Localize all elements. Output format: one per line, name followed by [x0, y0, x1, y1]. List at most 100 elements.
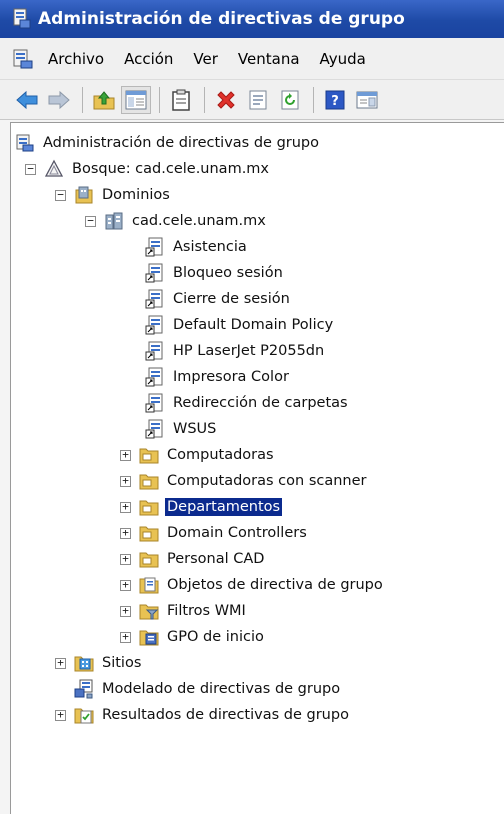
tree-node-gpo-link[interactable]: HP LaserJet P2055dn: [145, 339, 326, 363]
collapse-expander[interactable]: −: [55, 189, 66, 201]
expand-expander[interactable]: +: [120, 605, 131, 617]
tree-label-gpo: HP LaserJet P2055dn: [173, 343, 325, 359]
tree-label-container: Filtros WMI: [167, 603, 246, 619]
show-hide-tree-button[interactable]: [121, 85, 151, 114]
tree-node-gpo-link[interactable]: Impresora Color: [145, 365, 291, 389]
svg-text:?: ?: [331, 94, 339, 109]
tree-label-container: Personal CAD: [167, 551, 265, 567]
console-pane-icon: [356, 91, 378, 108]
toolbar-separator: [313, 86, 314, 113]
toolbar-separator: [204, 86, 205, 113]
expand-expander[interactable]: +: [120, 553, 131, 565]
tree-node-gpo-link[interactable]: WSUS: [145, 417, 218, 441]
tree-label-gpo: Bloqueo sesión: [173, 265, 283, 281]
menu-bar: Archivo Acción Ver Ventana Ayuda: [0, 38, 504, 80]
tree-label-container: Objetos de directiva de grupo: [167, 577, 383, 593]
refresh-icon: [281, 90, 299, 109]
help-button[interactable]: ?: [320, 86, 350, 114]
menu-archivo[interactable]: Archivo: [38, 47, 114, 71]
gpo-link-icon: [145, 419, 163, 439]
tree-node-modeling[interactable]: Modelado de directivas de grupo: [55, 677, 342, 701]
refresh-button[interactable]: [275, 86, 305, 114]
tree-label-gpo: Cierre de sesión: [173, 291, 290, 307]
tree-label-gpo: Asistencia: [173, 239, 247, 255]
domain-building-icon: [105, 212, 123, 230]
gpo-link-icon: [145, 315, 163, 335]
forward-button[interactable]: [44, 86, 74, 114]
tree-node-gpo-link[interactable]: Default Domain Policy: [145, 313, 335, 337]
tree-label-selected: Departamentos: [165, 498, 283, 516]
tree-label-container: Computadoras con scanner: [167, 473, 367, 489]
domains-folder-icon: [75, 186, 93, 204]
collapse-expander[interactable]: −: [85, 215, 96, 227]
tree-node-sites[interactable]: + Sitios: [55, 651, 143, 675]
tree-label-gpo: Redirección de carpetas: [173, 395, 348, 411]
tree-node-results[interactable]: + Resultados de directivas de grupo: [55, 703, 351, 727]
tree-label-container: Computadoras: [167, 447, 274, 463]
tree-node-gpo-link[interactable]: Bloqueo sesión: [145, 261, 285, 285]
clipboard-icon: [172, 89, 190, 111]
gpmc-console-icon: [16, 134, 34, 152]
toolbar-separator: [82, 86, 83, 113]
window-title: Administración de directivas de grupo: [38, 9, 405, 29]
tree-node-ou[interactable]: + Computadoras: [120, 443, 276, 467]
menu-accion[interactable]: Acción: [114, 47, 183, 71]
tree-node-ou[interactable]: + Personal CAD: [120, 547, 266, 571]
properties-button[interactable]: [243, 86, 273, 114]
tree-node-ou-selected[interactable]: + Departamentos: [120, 495, 283, 519]
clipboard-button[interactable]: [166, 86, 196, 114]
gp-results-folder-icon: [74, 708, 94, 724]
expand-expander[interactable]: +: [120, 579, 131, 591]
tree-node-root[interactable]: Administración de directivas de grupo: [15, 131, 321, 155]
ou-folder-icon: [139, 448, 159, 464]
collapse-expander[interactable]: −: [25, 163, 36, 175]
tree-node-gpo-link[interactable]: Asistencia: [145, 235, 249, 259]
back-arrow-icon: [16, 90, 38, 109]
gpo-link-icon: [145, 289, 163, 309]
tree-node-starter-gpos[interactable]: + GPO de inicio: [120, 625, 266, 649]
console-menu-icon[interactable]: [12, 48, 34, 70]
console-pane-button[interactable]: [352, 86, 382, 114]
toolbar: ?: [0, 80, 504, 120]
expand-expander[interactable]: +: [55, 709, 66, 721]
expand-expander[interactable]: +: [120, 449, 131, 461]
expand-expander[interactable]: +: [120, 501, 131, 513]
tree-node-ou[interactable]: + Domain Controllers: [120, 521, 309, 545]
title-bar[interactable]: Administración de directivas de grupo: [0, 0, 504, 38]
tree-label-domains: Dominios: [102, 187, 170, 203]
gp-modeling-icon: [74, 679, 93, 699]
tree-node-domains[interactable]: − Dominios: [55, 183, 172, 207]
starter-gpo-folder-icon: [139, 630, 159, 646]
tree-label-gpo: WSUS: [173, 421, 217, 437]
menu-ayuda[interactable]: Ayuda: [310, 47, 376, 71]
gpo-objects-folder-icon: [139, 577, 159, 594]
delete-button[interactable]: [211, 86, 241, 114]
expand-expander[interactable]: +: [120, 475, 131, 487]
properties-icon: [249, 90, 267, 109]
tree-node-gpo-link[interactable]: Cierre de sesión: [145, 287, 292, 311]
tree-node-wmi-filters[interactable]: + Filtros WMI: [120, 599, 248, 623]
gpmc-app-icon: [13, 8, 31, 29]
up-one-level-button[interactable]: [89, 86, 119, 114]
menu-ventana[interactable]: Ventana: [228, 47, 310, 71]
tree-node-forest[interactable]: − Bosque: cad.cele.unam.mx: [25, 157, 271, 181]
forward-arrow-icon: [48, 90, 70, 109]
gpo-link-icon: [145, 341, 163, 361]
delete-x-icon: [217, 90, 235, 109]
tree-node-gpo-objects[interactable]: + Objetos de directiva de grupo: [120, 573, 385, 597]
expand-expander[interactable]: +: [120, 631, 131, 643]
forest-triangle-icon: [44, 159, 64, 177]
tree-label-forest: Bosque: cad.cele.unam.mx: [72, 161, 270, 177]
menu-ver[interactable]: Ver: [183, 47, 228, 71]
ou-folder-icon: [139, 526, 159, 542]
tree-node-domain[interactable]: − cad.cele.unam.mx: [85, 209, 268, 233]
back-button[interactable]: [12, 86, 42, 114]
gpo-link-icon: [145, 263, 163, 283]
tree-node-gpo-link[interactable]: Redirección de carpetas: [145, 391, 350, 415]
tree-node-ou[interactable]: + Computadoras con scanner: [120, 469, 369, 493]
tree-label-sites: Sitios: [102, 655, 142, 671]
expand-expander[interactable]: +: [120, 527, 131, 539]
console-tree[interactable]: Administración de directivas de grupo − …: [10, 122, 504, 814]
ou-folder-icon: [139, 552, 159, 568]
expand-expander[interactable]: +: [55, 657, 66, 669]
